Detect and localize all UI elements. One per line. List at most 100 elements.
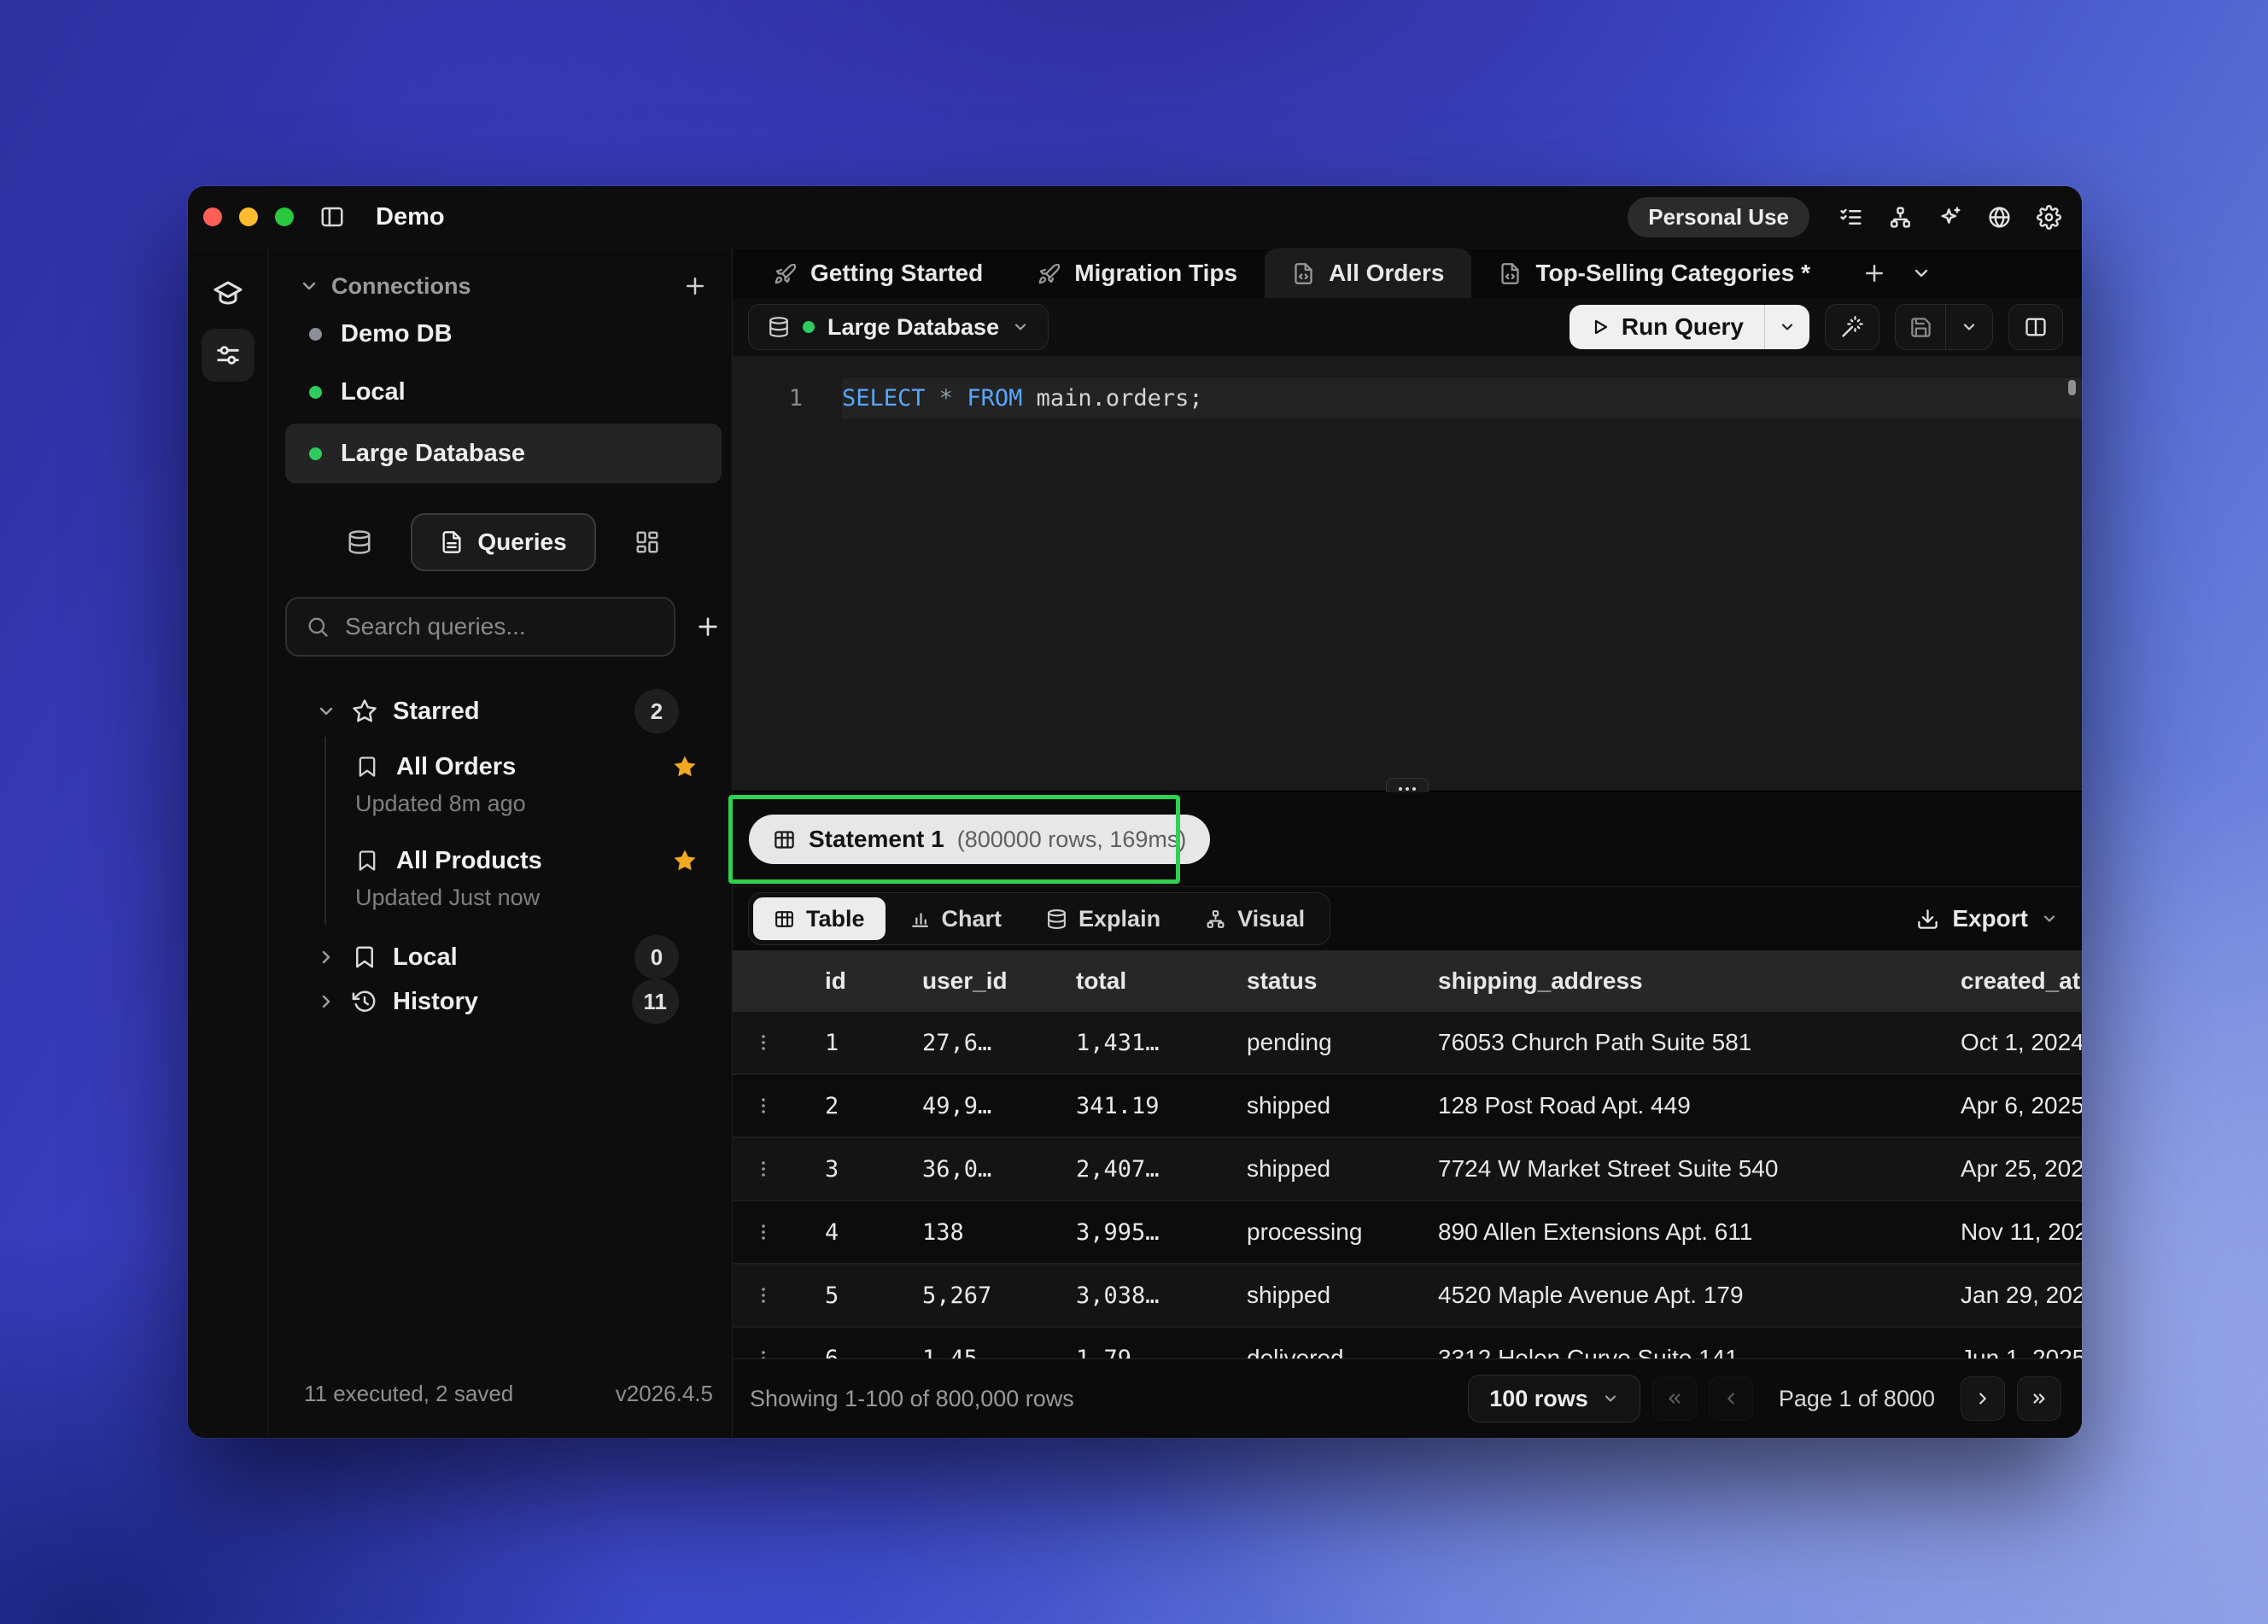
- cell-id[interactable]: 6: [794, 1346, 888, 1359]
- close-window-button[interactable]: [203, 207, 222, 226]
- run-query-button[interactable]: Run Query: [1569, 305, 1764, 349]
- cell-shipping-address[interactable]: 4520 Maple Avenue Apt. 179: [1404, 1282, 1926, 1309]
- row-menu-kebab-icon[interactable]: [733, 1032, 794, 1053]
- ai-sparkles-icon[interactable]: [1938, 205, 1962, 230]
- tab-list-chevron-icon[interactable]: [1911, 263, 1932, 283]
- globe-icon[interactable]: [1987, 205, 2012, 230]
- new-query-button[interactable]: [694, 613, 722, 640]
- sql-editor[interactable]: 1 SELECT * FROM main.orders;: [733, 356, 2082, 791]
- column-header-user-id[interactable]: user_id: [888, 967, 1042, 995]
- column-header-created-at[interactable]: created_at: [1926, 967, 2082, 995]
- search-queries-field[interactable]: [343, 612, 655, 641]
- query-item-all-orders[interactable]: All Orders: [278, 745, 728, 788]
- row-menu-kebab-icon[interactable]: [733, 1159, 794, 1179]
- column-header-shipping-address[interactable]: shipping_address: [1404, 967, 1926, 995]
- cell-created-at[interactable]: Nov 11, 2024: [1926, 1218, 2082, 1246]
- row-menu-kebab-icon[interactable]: [733, 1285, 794, 1306]
- save-query-button[interactable]: [1896, 305, 1945, 349]
- statement-result-chip[interactable]: Statement 1 (800000 rows, 169ms): [749, 815, 1210, 864]
- table-row[interactable]: 5 5,267 3,038… shipped 4520 Maple Avenue…: [733, 1265, 2082, 1328]
- last-page-button[interactable]: [2017, 1376, 2061, 1421]
- sidebar-item-demo-db[interactable]: Demo DB: [285, 307, 722, 360]
- zoom-window-button[interactable]: [275, 207, 294, 226]
- cell-user-id[interactable]: 5,267: [888, 1282, 1042, 1309]
- cell-created-at[interactable]: Apr 25, 2025: [1926, 1155, 2082, 1183]
- cell-total[interactable]: 3,995…: [1042, 1219, 1213, 1246]
- cell-total[interactable]: 2,407…: [1042, 1156, 1213, 1183]
- row-menu-kebab-icon[interactable]: [733, 1095, 794, 1116]
- minimize-window-button[interactable]: [239, 207, 258, 226]
- connection-selector[interactable]: Large Database: [748, 304, 1049, 350]
- tab-top-selling-categories[interactable]: Top-Selling Categories *: [1471, 248, 1838, 298]
- starred-section-header[interactable]: Starred 2: [278, 689, 728, 733]
- view-chart-button[interactable]: Chart: [889, 897, 1023, 940]
- export-button[interactable]: Export: [1916, 905, 2058, 932]
- view-explain-button[interactable]: Explain: [1026, 897, 1181, 940]
- cell-created-at[interactable]: Jan 29, 2025: [1926, 1282, 2082, 1309]
- cell-shipping-address[interactable]: 3312 Helen Curve Suite 141: [1404, 1345, 1926, 1358]
- next-page-button[interactable]: [1961, 1376, 2005, 1421]
- cell-status[interactable]: shipped: [1213, 1155, 1404, 1183]
- queries-tab-button[interactable]: Queries: [411, 513, 595, 571]
- cell-id[interactable]: 2: [794, 1093, 888, 1119]
- editor-scrollbar-thumb[interactable]: [2068, 380, 2076, 395]
- row-menu-kebab-icon[interactable]: [733, 1222, 794, 1242]
- checklist-icon[interactable]: [1838, 205, 1863, 230]
- tab-getting-started[interactable]: Getting Started: [746, 248, 1010, 298]
- gear-icon[interactable]: [2037, 205, 2061, 230]
- schema-hierarchy-icon[interactable]: [1888, 205, 1913, 230]
- cell-id[interactable]: 3: [794, 1156, 888, 1183]
- sidebar-toggle-icon[interactable]: [319, 204, 345, 230]
- code-line-1[interactable]: 1 SELECT * FROM main.orders;: [733, 378, 2082, 418]
- cell-status[interactable]: delivered: [1213, 1345, 1404, 1358]
- cell-total[interactable]: 1,79…: [1042, 1346, 1213, 1359]
- search-queries-input[interactable]: [285, 597, 675, 657]
- cell-status[interactable]: processing: [1213, 1218, 1404, 1246]
- sidebar-item-local-connection[interactable]: Local: [285, 365, 722, 418]
- star-filled-icon[interactable]: [672, 754, 698, 780]
- save-options-chevron[interactable]: [1945, 305, 1992, 349]
- new-tab-button[interactable]: [1862, 260, 1887, 286]
- table-row[interactable]: 1 27,6… 1,431… pending 76053 Church Path…: [733, 1012, 2082, 1075]
- cell-status[interactable]: shipped: [1213, 1282, 1404, 1309]
- star-filled-icon[interactable]: [672, 848, 698, 873]
- column-header-id[interactable]: id: [794, 967, 888, 995]
- cell-id[interactable]: 4: [794, 1219, 888, 1246]
- tab-migration-tips[interactable]: Migration Tips: [1010, 248, 1265, 298]
- column-header-status[interactable]: status: [1213, 967, 1404, 995]
- cell-id[interactable]: 1: [794, 1030, 888, 1056]
- cell-total[interactable]: 3,038…: [1042, 1282, 1213, 1309]
- connections-header[interactable]: Connections: [278, 267, 728, 305]
- local-section-header[interactable]: Local 0: [278, 935, 728, 979]
- dashboard-view-icon[interactable]: [634, 529, 660, 555]
- column-header-total[interactable]: total: [1042, 967, 1213, 995]
- tab-all-orders[interactable]: All Orders: [1265, 248, 1471, 298]
- cell-status[interactable]: shipped: [1213, 1092, 1404, 1119]
- add-connection-button[interactable]: [682, 273, 708, 299]
- tables-view-icon[interactable]: [347, 529, 372, 555]
- cell-user-id[interactable]: 1,45…: [888, 1346, 1042, 1359]
- cell-id[interactable]: 5: [794, 1282, 888, 1309]
- table-row[interactable]: 4 138 3,995… processing 890 Allen Extens…: [733, 1201, 2082, 1265]
- connection-settings-button[interactable]: [202, 329, 254, 382]
- view-visual-button[interactable]: Visual: [1184, 897, 1325, 940]
- cell-total[interactable]: 341.19: [1042, 1093, 1213, 1119]
- cell-shipping-address[interactable]: 7724 W Market Street Suite 540: [1404, 1155, 1926, 1183]
- cell-shipping-address[interactable]: 76053 Church Path Suite 581: [1404, 1029, 1926, 1056]
- cell-status[interactable]: pending: [1213, 1029, 1404, 1056]
- page-size-selector[interactable]: 100 rows: [1468, 1375, 1640, 1422]
- query-item-all-products[interactable]: All Products: [278, 839, 728, 882]
- cell-shipping-address[interactable]: 128 Post Road Apt. 449: [1404, 1092, 1926, 1119]
- view-table-button[interactable]: Table: [753, 897, 886, 940]
- table-row-clipped[interactable]: 6 1,45… 1,79… delivered 3312 Helen Curve…: [733, 1328, 2082, 1358]
- row-menu-kebab-icon[interactable]: [733, 1348, 794, 1358]
- cell-shipping-address[interactable]: 890 Allen Extensions Apt. 611: [1404, 1218, 1926, 1246]
- sidebar-item-large-database[interactable]: Large Database: [285, 424, 722, 483]
- table-row[interactable]: 3 36,0… 2,407… shipped 7724 W Market Str…: [733, 1138, 2082, 1201]
- cell-user-id[interactable]: 27,6…: [888, 1030, 1042, 1056]
- previous-page-button[interactable]: [1709, 1376, 1753, 1421]
- table-row[interactable]: 2 49,9… 341.19 shipped 128 Post Road Apt…: [733, 1075, 2082, 1138]
- run-options-chevron[interactable]: [1764, 305, 1809, 349]
- learn-icon[interactable]: [213, 277, 243, 308]
- cell-user-id[interactable]: 49,9…: [888, 1093, 1042, 1119]
